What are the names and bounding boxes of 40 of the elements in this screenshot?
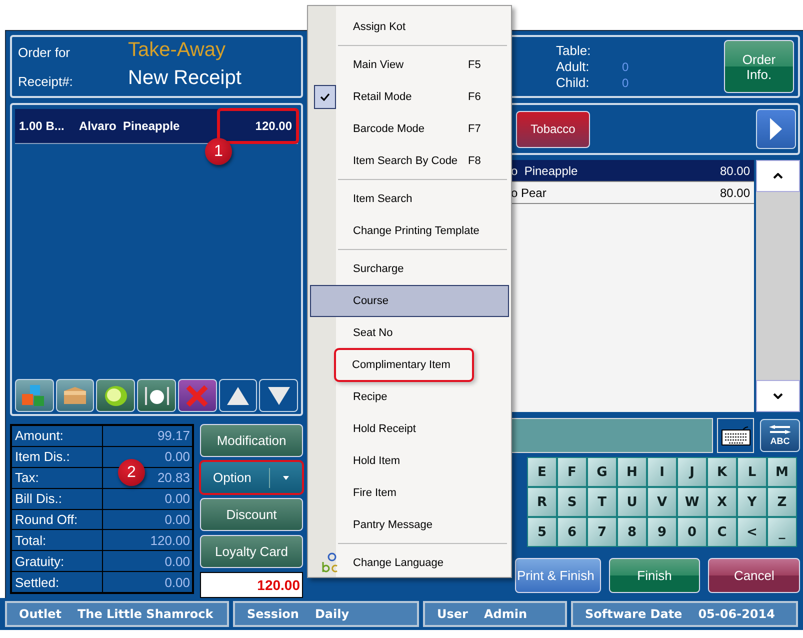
menu-shortcut: F7 bbox=[468, 123, 482, 135]
total-label: Amount: bbox=[12, 426, 102, 446]
product-price: 80.00 bbox=[720, 186, 750, 200]
adult-count: 0 bbox=[622, 60, 630, 74]
child-label: Child: bbox=[556, 75, 590, 90]
total-value: 99.17 bbox=[103, 426, 192, 446]
amount-due: 120.00 bbox=[200, 572, 303, 598]
total-label: Gratuity: bbox=[12, 551, 102, 572]
total-value: 0.00 bbox=[103, 510, 192, 530]
status-value: Daily bbox=[314, 607, 350, 621]
total-label: Bill Dis.: bbox=[12, 488, 102, 508]
product-price: 80.00 bbox=[720, 164, 750, 178]
total-label: Round Off: bbox=[12, 510, 102, 530]
total-label: Settled: bbox=[12, 572, 102, 592]
status-value: 05-06-2014 bbox=[698, 607, 775, 621]
child-count: 0 bbox=[622, 76, 630, 90]
table-label: Table: bbox=[556, 43, 592, 58]
receipt-label: Receipt#: bbox=[18, 74, 73, 89]
total-value: 120.00 bbox=[103, 530, 192, 550]
total-label: Total: bbox=[12, 530, 102, 550]
adult-label: Adult: bbox=[556, 59, 590, 74]
menu-shortcut: F5 bbox=[468, 59, 482, 71]
total-label: Item Dis.: bbox=[12, 446, 102, 467]
total-value: 0.00 bbox=[103, 488, 192, 508]
order-item-name: Alvaro Pineapple bbox=[79, 119, 181, 133]
order-for-label: Order for bbox=[18, 45, 70, 60]
status-label: User bbox=[437, 607, 468, 621]
status-label: Software Date bbox=[585, 607, 682, 621]
status-value: The Little Shamrock bbox=[77, 607, 214, 621]
receipt-number: New Receipt bbox=[128, 67, 242, 90]
order-qty: 1.00 B... bbox=[19, 119, 66, 133]
status-label: Session bbox=[247, 607, 299, 621]
order-type: Take-Away bbox=[128, 39, 226, 62]
total-value: 0.00 bbox=[103, 572, 192, 592]
total-label: Tax: bbox=[12, 468, 102, 488]
menu-shortcut: F6 bbox=[468, 91, 482, 103]
status-label: Outlet bbox=[19, 607, 62, 621]
order-item-price: 120.00 bbox=[218, 109, 298, 143]
status-value: Admin bbox=[484, 607, 527, 621]
total-value: 0.00 bbox=[103, 551, 192, 572]
